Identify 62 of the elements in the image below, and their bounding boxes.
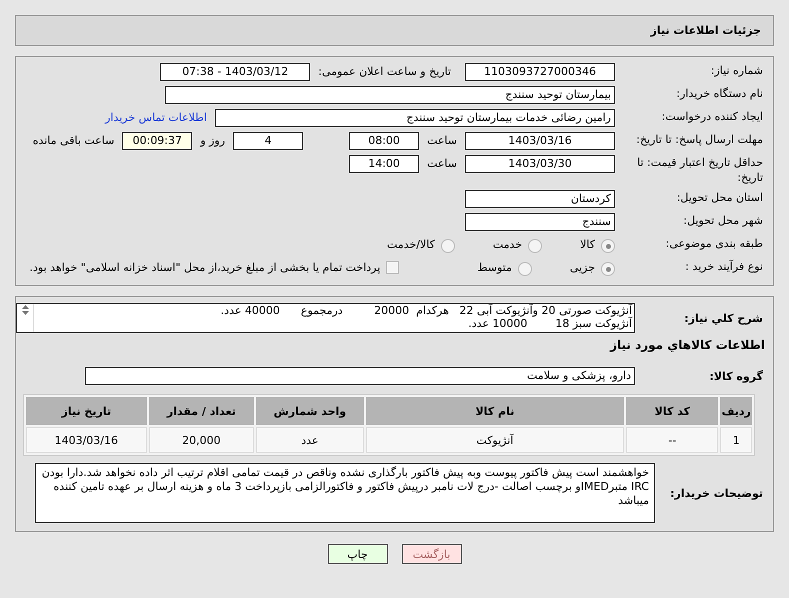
column-header: نام کالا — [366, 397, 624, 425]
days-label: روز و — [200, 133, 226, 149]
table-cell: 20,000 — [148, 427, 254, 453]
column-header: واحد شمارش — [256, 397, 364, 425]
table-cell: آنژیوکت — [366, 427, 624, 453]
field-label: نوع فرآیند خرید : — [684, 259, 764, 274]
field-label: طبقه بندی موضوعی: — [664, 236, 764, 251]
column-header: ردیف — [720, 397, 752, 425]
radio-button[interactable] — [601, 262, 615, 276]
column-header: تاریخ نیاز — [26, 397, 147, 425]
field-label: شماره نیاز: — [710, 63, 764, 78]
table-cell: عدد — [256, 427, 364, 453]
checkbox-label: پرداخت تمام یا بخشی از مبلغ خرید،از محل "اسناد خزانه اسلامی" خواهد بود. — [30, 260, 380, 276]
time-label: ساعت — [427, 133, 457, 149]
field-label: نام دستگاه خریدار: — [675, 86, 764, 101]
radio-label: کالا/خدمت — [387, 237, 435, 253]
remaining-time-field: 00:09:37 — [122, 132, 192, 150]
summary-field: آنژیوکت صورتی 20 وآنژیوکت آبی 22 هرکدام 20000 درمجموع 40000 عدد. آنژیوکت سبز 18 10000 عدد. — [16, 303, 635, 333]
field-label: شهر محل تحویل: — [682, 213, 764, 228]
remaining-label: ساعت باقی مانده — [32, 133, 114, 149]
radio-label: متوسط — [477, 260, 512, 276]
announce-date-field: 1403/03/12 - 07:38 — [160, 63, 310, 81]
province-field: کردستان — [465, 190, 615, 208]
validity-date-field: 1403/03/30 — [465, 155, 615, 173]
buyer-notes-field: خواهشمند است پیش فاکتور پیوست وبه پیش فاکتور بارگذاری نشده وناقص در قیمت تمامی اقلام ترتیب اثر داده نخواهد شد.دارا بودن IRC متبرIMEDو برچسب اصالت -درج لات نامبر درپیش فاکتور و فاکتورالزامی بازپرداخت 3 ماه و هزینه ارسال بر عهده تامین کننده میباشد — [35, 463, 655, 523]
deadline-date-field: 1403/03/16 — [465, 132, 615, 150]
back-button[interactable]: بازگشت — [402, 544, 462, 564]
radio-button[interactable] — [601, 239, 615, 253]
radio-label: کالا — [580, 237, 595, 253]
buyer-org-field: بیمارستان توحید سنندج — [165, 86, 615, 104]
deadline-time-field: 08:00 — [349, 132, 420, 150]
requester-field: رامین رضائی خدمات بیمارستان توحید سنندج — [215, 109, 615, 127]
table-cell: 1 — [720, 427, 752, 453]
need-number-field: 1103093727000346 — [465, 63, 615, 81]
radio-button[interactable] — [518, 262, 532, 276]
table-cell: -- — [626, 427, 718, 453]
radio-label: جزیی — [570, 260, 595, 276]
section-title: اطلاعات کالاهاي مورد نياز — [608, 338, 766, 352]
days-field: 4 — [233, 132, 304, 150]
field-label: شرح کلي نياز: — [683, 310, 764, 326]
scroll-arrows-icon — [20, 304, 30, 316]
field-label: توضیحات خریدار: — [669, 486, 764, 500]
column-header: تعداد / مقدار — [148, 397, 254, 425]
field-label: گروه کالا: — [708, 368, 764, 384]
page-title: جزئیات اطلاعات نیاز — [15, 15, 774, 46]
field-label: حداقل تاریخ اعتبار قیمت: تا تاریخ: — [636, 155, 764, 185]
checkbox[interactable] — [386, 261, 400, 274]
radio-button[interactable] — [440, 239, 455, 253]
city-field: سنندج — [465, 213, 615, 231]
field-label: مهلت ارسال پاسخ: تا تاریخ: — [635, 132, 764, 147]
buyer-contact-link[interactable]: اطلاعات تماس خریدار — [105, 109, 207, 127]
validity-time-field: 14:00 — [349, 155, 420, 173]
time-label: ساعت — [427, 156, 457, 172]
column-header: کد کالا — [626, 397, 718, 425]
radio-label: خدمت — [492, 237, 522, 253]
goods-group-field: دارو، پزشکی و سلامت — [85, 367, 635, 385]
table-cell: 1403/03/16 — [26, 427, 147, 453]
radio-button[interactable] — [528, 239, 542, 253]
field-label: استان محل تحویل: — [676, 190, 764, 205]
field-label: ایجاد کننده درخواست: — [660, 109, 764, 124]
field-label: تاریخ و ساعت اعلان عمومی: — [318, 64, 451, 80]
print-button[interactable]: چاپ — [328, 544, 388, 564]
